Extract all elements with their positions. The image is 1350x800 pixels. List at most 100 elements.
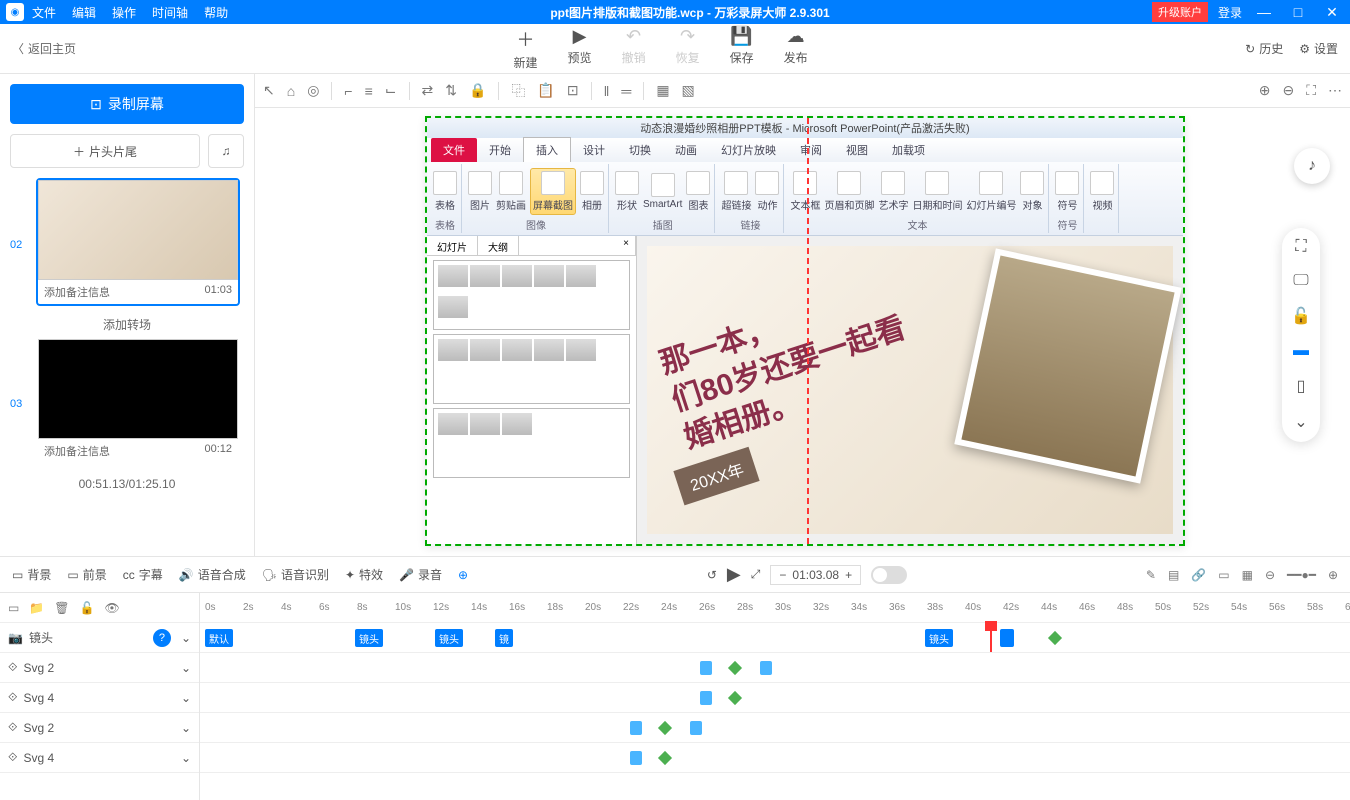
- zoom-slider[interactable]: ━━●━: [1287, 568, 1316, 582]
- slide-thumb-6[interactable]: [433, 334, 630, 404]
- device-icon[interactable]: 🖵: [1293, 272, 1308, 290]
- align-bottom-icon[interactable]: ⌙: [385, 82, 397, 99]
- record-screen-button[interactable]: ⊡ 录制屏幕: [10, 84, 244, 124]
- clip-03[interactable]: 添加备注信息00:12: [36, 337, 240, 465]
- ribbon-超链接[interactable]: 超链接: [721, 171, 751, 212]
- track-item[interactable]: [630, 751, 642, 765]
- expand-icon[interactable]: ⤢: [751, 567, 761, 582]
- time-minus[interactable]: −: [779, 568, 786, 582]
- ribbon-图表[interactable]: 图表: [686, 171, 710, 212]
- zoom-in-btn[interactable]: ⊕: [1328, 568, 1338, 582]
- ribbon-图片[interactable]: 图片: [468, 171, 492, 212]
- chevron-down-icon[interactable]: ⌄: [181, 721, 191, 735]
- 预览-button[interactable]: ▶预览: [568, 26, 592, 71]
- slide-thumb-7[interactable]: [433, 408, 630, 478]
- time-plus[interactable]: +: [845, 568, 852, 582]
- track-item[interactable]: [630, 721, 642, 735]
- ppt-tab-7[interactable]: 审阅: [788, 138, 834, 162]
- pointer-icon[interactable]: ↖: [263, 82, 275, 99]
- zoom-out-icon[interactable]: ⊖: [1282, 82, 1294, 99]
- target-icon[interactable]: ◎: [307, 82, 319, 99]
- track-head-0[interactable]: ⟐Svg 2⌄: [0, 653, 199, 683]
- camera-clip[interactable]: 镜头: [925, 629, 953, 647]
- 发布-button[interactable]: ☁发布: [784, 26, 808, 71]
- slide-thumb-5[interactable]: [433, 260, 630, 330]
- ppt-tab-0[interactable]: 文件: [431, 138, 477, 162]
- ppt-tab-6[interactable]: 幻灯片放映: [709, 138, 788, 162]
- ppt-tab-1[interactable]: 开始: [477, 138, 523, 162]
- frame-icon[interactable]: ▭: [1218, 568, 1229, 582]
- toggle-switch[interactable]: [871, 566, 907, 584]
- maximize-button[interactable]: □: [1286, 4, 1310, 20]
- bb-背景[interactable]: ▭背景: [12, 566, 51, 583]
- minimize-button[interactable]: —: [1252, 4, 1276, 20]
- flip-v-icon[interactable]: ⇅: [445, 82, 457, 99]
- ribbon-表格[interactable]: 表格: [433, 171, 457, 212]
- close-button[interactable]: ✕: [1320, 4, 1344, 21]
- track-item[interactable]: [760, 661, 772, 675]
- bb-特效[interactable]: ✦特效: [345, 566, 383, 583]
- camera-track[interactable]: 默认镜头镜头镜镜头: [200, 623, 1350, 653]
- flip-h-icon[interactable]: ⇄: [422, 82, 434, 99]
- bb-前景[interactable]: ▭前景: [67, 566, 106, 583]
- ribbon-日期和时间[interactable]: 日期和时间: [912, 171, 962, 212]
- tl-folder-icon[interactable]: 📁: [29, 601, 44, 615]
- link-icon[interactable]: 🔗: [1191, 568, 1206, 582]
- music-button[interactable]: ♫: [208, 134, 244, 168]
- back-button[interactable]: 〈 返回主页: [12, 40, 76, 57]
- track-item[interactable]: [700, 661, 712, 675]
- ribbon-屏幕截图[interactable]: 屏幕截图: [530, 168, 576, 215]
- ungroup-icon[interactable]: ▧: [682, 82, 695, 99]
- 撤销-button[interactable]: ↶撤销: [622, 26, 646, 71]
- ribbon-艺术字[interactable]: 艺术字: [878, 171, 908, 212]
- menu-timeline[interactable]: 时间轴: [152, 4, 188, 21]
- more-circle-icon[interactable]: ⊕: [458, 568, 468, 582]
- opener-button[interactable]: ＋ 片头片尾: [10, 134, 200, 168]
- 保存-button[interactable]: 💾保存: [730, 26, 754, 71]
- ppt-tab-2[interactable]: 插入: [523, 137, 571, 162]
- menu-edit[interactable]: 编辑: [72, 4, 96, 21]
- ribbon-相册[interactable]: 相册: [580, 171, 604, 212]
- track-item[interactable]: [658, 721, 672, 735]
- camera-clip[interactable]: 镜: [495, 629, 513, 647]
- ribbon-SmartArt[interactable]: SmartArt: [643, 173, 682, 210]
- outline-tab[interactable]: 大纲: [478, 236, 519, 255]
- camera-clip[interactable]: 默认: [205, 629, 233, 647]
- mobile-icon[interactable]: ▯: [1297, 376, 1306, 396]
- ppt-tab-8[interactable]: 视图: [834, 138, 880, 162]
- copy-icon[interactable]: ⿻: [511, 81, 525, 101]
- history-button[interactable]: ↻历史: [1245, 40, 1283, 57]
- viewport[interactable]: 动态浪漫婚纱照相册PPT模板 - Microsoft PowerPoint(产品…: [255, 108, 1350, 556]
- track-item[interactable]: [728, 691, 742, 705]
- align-top-icon[interactable]: ⌐: [344, 83, 352, 99]
- timeline-ruler[interactable]: 0s2s4s6s8s10s12s14s16s18s20s22s24s26s28s…: [200, 593, 1350, 623]
- add-keyframe-icon[interactable]: [1048, 631, 1062, 645]
- login-button[interactable]: 登录: [1218, 4, 1242, 21]
- ribbon-对象[interactable]: 对象: [1020, 171, 1044, 212]
- upgrade-button[interactable]: 升级账户: [1152, 2, 1208, 22]
- chevron-down-icon[interactable]: ⌄: [181, 691, 191, 705]
- ribbon-幻灯片编号[interactable]: 幻灯片编号: [966, 171, 1016, 212]
- timeline-playhead[interactable]: [990, 623, 992, 652]
- track-0[interactable]: [200, 653, 1350, 683]
- tl-trash-icon[interactable]: 🗑: [54, 601, 69, 615]
- track-head-3[interactable]: ⟐Svg 4⌄: [0, 743, 199, 773]
- display-icon[interactable]: ▬: [1293, 342, 1309, 360]
- track-3[interactable]: [200, 743, 1350, 773]
- align-middle-icon[interactable]: ≡: [365, 83, 373, 99]
- ppt-tab-9[interactable]: 加载项: [880, 138, 937, 162]
- hdist-icon[interactable]: ‖: [604, 83, 610, 99]
- bb-语音识别[interactable]: 🗣语音识别: [262, 566, 329, 583]
- bb-录音[interactable]: 🎤录音: [399, 566, 442, 583]
- settings-button[interactable]: ⚙设置: [1299, 40, 1338, 57]
- tl-eye-icon[interactable]: 👁: [104, 601, 119, 615]
- group-icon[interactable]: ▦: [656, 82, 669, 99]
- track-1[interactable]: [200, 683, 1350, 713]
- 新建-button[interactable]: ＋新建: [514, 26, 538, 71]
- zoom-in-icon[interactable]: ⊕: [1259, 82, 1271, 99]
- ribbon-剪贴画[interactable]: 剪贴画: [496, 171, 526, 212]
- tl-add-icon[interactable]: ▭: [8, 601, 19, 615]
- unlock-icon[interactable]: 🔓: [1291, 306, 1311, 326]
- menu-file[interactable]: 文件: [32, 4, 56, 21]
- menu-action[interactable]: 操作: [112, 4, 136, 21]
